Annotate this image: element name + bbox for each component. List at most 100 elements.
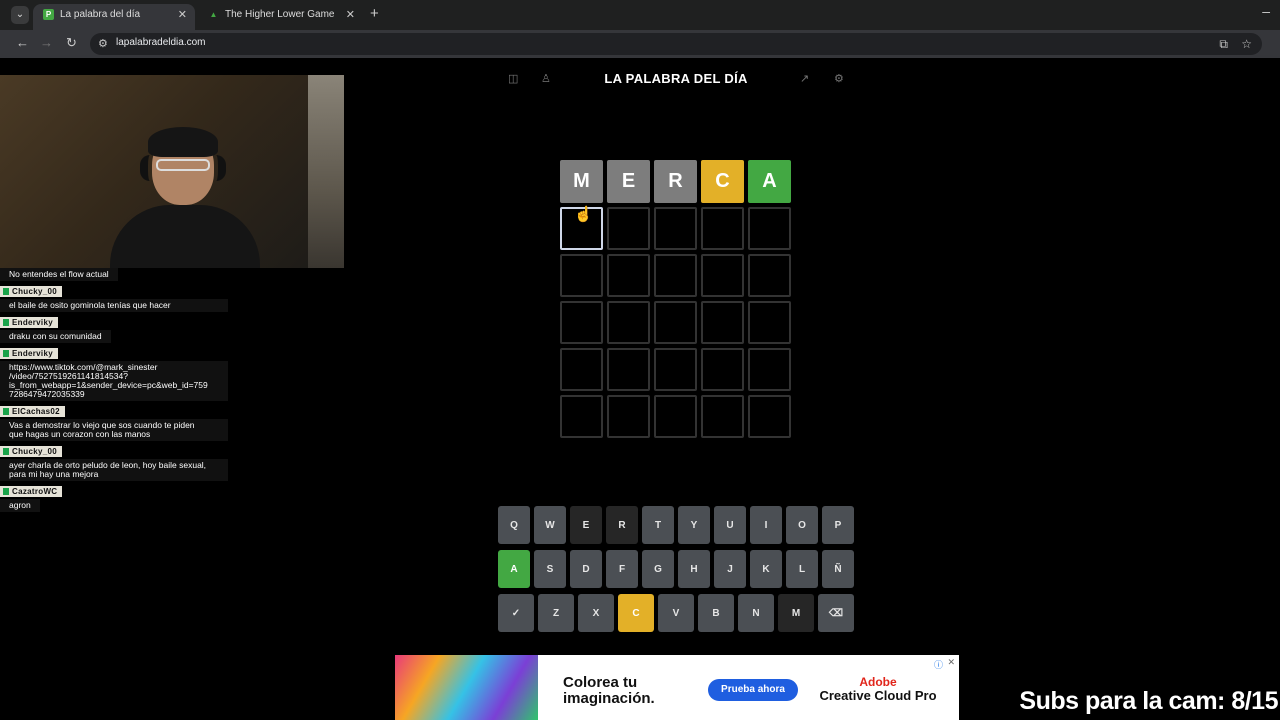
key-b[interactable]: B — [698, 594, 734, 632]
chat-username-text: Chucky_00 — [12, 287, 57, 296]
key-d[interactable]: D — [570, 550, 602, 588]
chat-username: ElCachas02 — [0, 406, 65, 417]
board-tile — [607, 395, 650, 438]
board-tile: E — [607, 160, 650, 203]
key-i[interactable]: I — [750, 506, 782, 544]
key-x[interactable]: X — [578, 594, 614, 632]
key-w[interactable]: W — [534, 506, 566, 544]
key-o[interactable]: O — [786, 506, 818, 544]
bookmark-star-icon[interactable]: ☆ — [1241, 37, 1252, 51]
enter-key[interactable]: ✓ — [498, 594, 534, 632]
address-bar[interactable]: ⚙ lapalabradeldia.com ⧉ ☆ — [90, 33, 1262, 55]
chat-username-text: CazatroWC — [12, 487, 58, 496]
forward-icon[interactable]: → — [40, 35, 53, 50]
back-icon[interactable]: ← — [16, 35, 29, 50]
browser-toolbar: ← → ↻ ⚙ lapalabradeldia.com ⧉ ☆ — [0, 30, 1280, 58]
key-s[interactable]: S — [534, 550, 566, 588]
settings-icon[interactable]: ⚙ — [834, 72, 844, 85]
key-j[interactable]: J — [714, 550, 746, 588]
key-r[interactable]: R — [606, 506, 638, 544]
board-tile — [748, 254, 791, 297]
key-a[interactable]: A — [498, 550, 530, 588]
chat-badge-icon — [3, 448, 9, 456]
chat-username-text: Enderviky — [12, 349, 53, 358]
board-tile — [607, 254, 650, 297]
ad-cta-button[interactable]: Prueba ahora — [708, 679, 798, 701]
board-tile — [654, 395, 697, 438]
tab-la-palabra[interactable]: P La palabra del día ✕ — [33, 4, 195, 30]
tab-higher-lower[interactable]: ▲ The Higher Lower Game ✕ — [198, 4, 363, 30]
chat-username: Chucky_00 — [0, 446, 62, 457]
board-tile — [560, 301, 603, 344]
new-tab-icon[interactable]: + — [370, 5, 379, 22]
minimize-icon[interactable]: – — [1262, 3, 1270, 19]
key-q[interactable]: Q — [498, 506, 530, 544]
streamer-figure — [110, 115, 260, 268]
chat-username: Chucky_00 — [0, 286, 62, 297]
ad-brand: Adobe Creative Cloud Pro — [813, 675, 943, 703]
keyboard-row-3: ✓ Z X C V B N M ⌫ — [498, 594, 854, 632]
key-y[interactable]: Y — [678, 506, 710, 544]
backspace-key[interactable]: ⌫ — [818, 594, 854, 632]
chat-overlay: No entendes el flow actual Chucky_00 el b… — [0, 268, 230, 512]
key-z[interactable]: Z — [538, 594, 574, 632]
board-tile — [654, 254, 697, 297]
board-tile — [560, 254, 603, 297]
board-tile — [701, 207, 744, 250]
board-tile — [560, 395, 603, 438]
browser-tab-bar: ⌄ P La palabra del día ✕ ▲ The Higher Lowe… — [0, 0, 1280, 30]
webcam-overlay — [0, 75, 344, 268]
advertisement-banner[interactable]: Colorea tu imaginación. Prueba ahora Ado… — [395, 655, 959, 720]
close-tab-icon[interactable]: ✕ — [178, 4, 187, 26]
stats-icon[interactable]: ↗ — [800, 72, 809, 85]
chat-badge-icon — [3, 488, 9, 496]
board-tile — [654, 301, 697, 344]
key-n[interactable]: N — [738, 594, 774, 632]
ad-brand-line1: Adobe — [859, 675, 897, 689]
keyboard-row-2: ASDFGHJKLÑ — [498, 550, 854, 588]
url-text[interactable]: lapalabradeldia.com — [116, 37, 206, 48]
key-c[interactable]: C — [618, 594, 654, 632]
chat-badge-icon — [3, 319, 9, 327]
tab-title: The Higher Lower Game — [225, 9, 335, 20]
board-tile — [654, 207, 697, 250]
key-h[interactable]: H — [678, 550, 710, 588]
board-tile — [748, 348, 791, 391]
key-m[interactable]: M — [778, 594, 814, 632]
key-l[interactable]: L — [786, 550, 818, 588]
ad-info-icon[interactable]: ⓘ — [934, 658, 943, 671]
ad-brand-line2: Creative Cloud Pro — [819, 688, 937, 703]
board-tile — [607, 348, 650, 391]
board-tile — [560, 348, 603, 391]
chat-message: el baile de osito gominola tenías que ha… — [0, 299, 228, 312]
site-info-icon[interactable]: ⚙ — [98, 37, 108, 50]
board-tile — [607, 207, 650, 250]
user-icon[interactable]: ♙ — [541, 72, 551, 85]
board-tile: C — [701, 160, 744, 203]
higherlower-favicon: ▲ — [209, 9, 218, 19]
game-board: MERCA — [560, 160, 792, 438]
board-tile — [748, 301, 791, 344]
close-tab-icon[interactable]: ✕ — [346, 4, 355, 26]
background-shelf — [308, 75, 344, 268]
key-g[interactable]: G — [642, 550, 674, 588]
chat-username-text: Enderviky — [12, 318, 53, 327]
chat-message: agron — [0, 499, 40, 512]
subs-counter-overlay: Subs para la cam: 8/15 — [1019, 687, 1278, 715]
key-e[interactable]: E — [570, 506, 602, 544]
board-tile — [701, 254, 744, 297]
key-v[interactable]: V — [658, 594, 694, 632]
chat-badge-icon — [3, 288, 9, 296]
install-app-icon[interactable]: ⧉ — [1219, 37, 1228, 52]
reload-icon[interactable]: ↻ — [66, 35, 77, 51]
key-u[interactable]: U — [714, 506, 746, 544]
board-tile — [701, 301, 744, 344]
key-ñ[interactable]: Ñ — [822, 550, 854, 588]
key-f[interactable]: F — [606, 550, 638, 588]
key-k[interactable]: K — [750, 550, 782, 588]
key-t[interactable]: T — [642, 506, 674, 544]
key-p[interactable]: P — [822, 506, 854, 544]
tab-search-button[interactable]: ⌄ — [11, 6, 29, 24]
ad-close-icon[interactable]: ✕ — [947, 657, 955, 668]
sidebar-menu-icon[interactable]: ◫ — [508, 72, 518, 85]
